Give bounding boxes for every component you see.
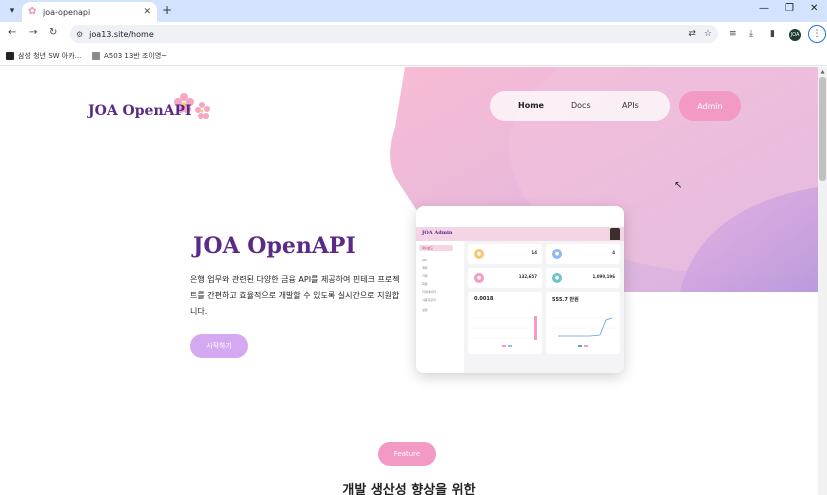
preview-sidebar-item: 대시보드 — [419, 245, 453, 251]
preview-line-chart — [550, 317, 616, 347]
tab-search-icon[interactable]: ▾ — [4, 3, 20, 19]
stat-icon: ● — [552, 249, 562, 259]
hero-title: JOA OpenAPI — [193, 233, 356, 259]
reading-list-icon[interactable]: ≡ — [729, 29, 737, 39]
preview-chart-card: 0.0018 — [468, 292, 542, 354]
main-nav: Home Docs APIs — [490, 91, 670, 121]
new-tab-button[interactable]: + — [162, 3, 172, 17]
site-info-icon[interactable]: ⚙ — [76, 30, 83, 39]
flower-favicon-icon: ✿ — [28, 6, 37, 17]
forward-icon[interactable]: → — [29, 27, 37, 38]
preview-sidebar-item: API — [422, 258, 427, 262]
restore-icon[interactable]: ❐ — [785, 3, 794, 14]
page-scrollbar[interactable]: ▲ — [818, 67, 827, 495]
stat-icon: ● — [474, 249, 484, 259]
nav-home-link[interactable]: Home — [518, 101, 544, 110]
stat-icon: ● — [552, 273, 562, 283]
minimize-icon[interactable]: — — [759, 3, 769, 14]
preview-bar-chart — [472, 316, 538, 347]
preview-stat-card: ● 14 — [468, 244, 542, 264]
section-title: 개발 생산성 향상을 위한 — [342, 483, 476, 495]
preview-stat-card: ● 1,090,196 — [546, 268, 620, 288]
back-icon[interactable]: ← — [8, 27, 16, 38]
address-bar[interactable]: ⚙ joa13.site/home ⇄ ☆ — [70, 25, 718, 43]
stat-value: 1,090,196 — [592, 274, 615, 279]
preview-sidebar: 대시보드 API 계좌 거래 회원 더미데이터 사용자관리 설정 — [416, 241, 464, 373]
hero-background — [390, 67, 818, 292]
web-page: JOA OpenAPI Home Docs APIs Admin ↖ JOA O… — [0, 67, 818, 495]
browser-menu-icon[interactable]: ⋮ — [808, 25, 826, 43]
bookmarks-bar: 삼성 청년 SW 아카... A503 13반 조이영~ — [0, 46, 827, 66]
preview-header: JOA Admin — [416, 227, 624, 241]
preview-sidebar-item: 회원 — [422, 282, 428, 286]
nav-apis-link[interactable]: APIs — [622, 101, 639, 110]
preview-main: ● 14 ● 4 ● 132,657 ● 1,090,196 0.0018 55… — [464, 241, 624, 373]
dashboard-preview: JOA Admin 대시보드 API 계좌 거래 회원 더미데이터 사용자관리 … — [416, 206, 624, 373]
chart-card-title: 0.0018 — [474, 296, 494, 302]
hero-description: 은행 업무와 관련된 다양한 금융 API를 제공하여 핀테크 프로젝트를 간편… — [190, 275, 400, 316]
chart-card-title: 555.7 만원 — [552, 297, 579, 303]
school-icon — [92, 52, 100, 60]
nav-docs-link[interactable]: Docs — [571, 101, 591, 110]
bookmark-favicon-icon — [6, 52, 14, 60]
reload-icon[interactable]: ↻ — [49, 27, 57, 38]
preview-user-avatar — [610, 228, 620, 240]
logo-text: JOA OpenAPI — [88, 103, 192, 119]
preview-brand: JOA Admin — [422, 230, 453, 236]
start-button[interactable]: 시작하기 — [190, 334, 248, 358]
bookmark-item[interactable]: 삼성 청년 SW 아카... — [6, 51, 81, 61]
side-panel-icon[interactable]: ▮ — [770, 29, 775, 39]
stat-value: 4 — [612, 250, 615, 255]
profile-avatar[interactable]: JOA — [789, 29, 801, 41]
admin-button[interactable]: Admin — [679, 91, 741, 121]
mouse-cursor-icon: ↖ — [674, 180, 683, 191]
stat-value: 132,657 — [518, 274, 537, 279]
preview-sidebar-item: 거래 — [422, 274, 428, 278]
preview-sidebar-item: 더미데이터 — [422, 290, 436, 294]
preview-chart-card: 555.7 만원 — [546, 292, 620, 354]
browser-tab[interactable]: ✿ joa-openapi ✕ — [22, 2, 157, 22]
scroll-up-icon[interactable]: ▲ — [818, 69, 827, 75]
stat-value: 14 — [531, 250, 537, 255]
download-icon[interactable]: ⤓ — [749, 29, 753, 39]
scroll-thumb[interactable] — [819, 77, 826, 181]
bookmark-item[interactable]: A503 13반 조이영~ — [92, 51, 167, 61]
url-text: joa13.site/home — [89, 29, 154, 39]
close-window-icon[interactable]: ✕ — [810, 3, 818, 14]
feature-button[interactable]: Feature — [378, 442, 436, 466]
preview-sidebar-item: 계좌 — [422, 266, 428, 270]
preview-sidebar-item: 사용자관리 — [422, 298, 436, 302]
browser-toolbar: ← → ↻ ⚙ joa13.site/home ⇄ ☆ — [0, 22, 827, 46]
tab-title: joa-openapi — [43, 7, 91, 17]
stat-icon: ● — [474, 273, 484, 283]
browser-tab-strip: ▾ ✿ joa-openapi ✕ + — ❐ ✕ — [0, 0, 827, 22]
translate-icon[interactable]: ⇄ — [688, 29, 696, 39]
preview-stat-card: ● 132,657 — [468, 268, 542, 288]
preview-sidebar-item: 설정 — [422, 308, 428, 312]
close-tab-icon[interactable]: ✕ — [143, 7, 151, 17]
bookmark-star-icon[interactable]: ☆ — [704, 29, 712, 39]
preview-stat-card: ● 4 — [546, 244, 620, 264]
